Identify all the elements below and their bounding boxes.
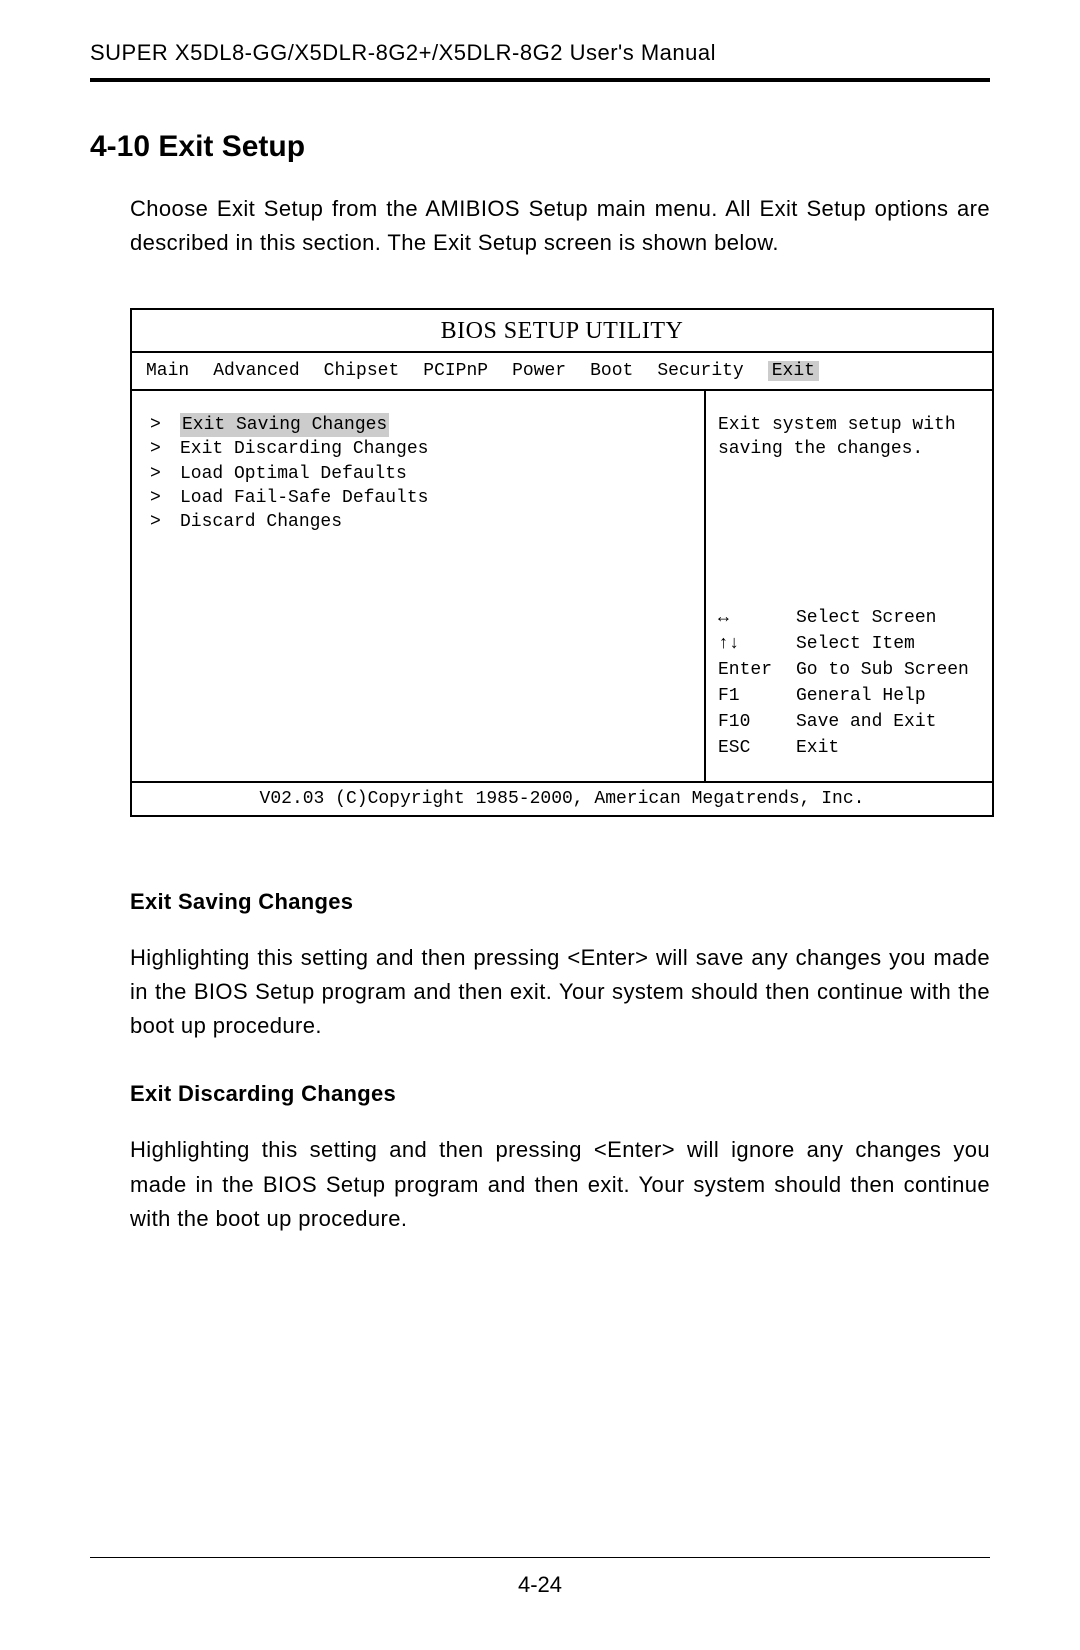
tab-exit[interactable]: Exit [768,361,819,381]
key-label: Enter [718,657,782,683]
manual-page: SUPER X5DL8-GG/X5DLR-8G2+/X5DLR-8G2 User… [0,0,1080,1650]
bios-setup-utility: BIOS SETUP UTILITY Main Advanced Chipset… [130,308,994,817]
key-row: F1 General Help [718,683,982,709]
section-intro: Choose Exit Setup from the AMIBIOS Setup… [130,192,990,260]
chevron-right-icon: > [150,486,164,510]
key-row: ↔ Select Screen [718,605,982,631]
key-label: F1 [718,683,782,709]
tab-pcipnp[interactable]: PCIPnP [423,361,488,381]
bios-body: > Exit Saving Changes > Exit Discarding … [132,391,992,781]
page-number: 4-24 [518,1572,562,1597]
key-row: ↑↓ Select Item [718,631,982,657]
bios-key-legend: ↔ Select Screen ↑↓ Select Item Enter Go … [718,605,982,762]
menu-item-label: Exit Saving Changes [180,413,389,437]
subsection-heading: Exit Saving Changes [130,889,990,915]
menu-item-label: Load Fail-Safe Defaults [180,486,428,510]
menu-item-label: Load Optimal Defaults [180,462,407,486]
key-desc: Select Screen [796,605,936,631]
menu-item-load-failsafe[interactable]: > Load Fail-Safe Defaults [150,486,690,510]
key-row: F10 Save and Exit [718,709,982,735]
menu-item-exit-saving[interactable]: > Exit Saving Changes [150,413,690,437]
tab-chipset[interactable]: Chipset [324,361,400,381]
key-label: ESC [718,735,782,761]
bios-help-text: Exit system setup with saving the change… [718,413,982,462]
left-right-arrow-icon: ↔ [718,605,782,631]
running-header: SUPER X5DL8-GG/X5DLR-8G2+/X5DLR-8G2 User… [90,40,990,82]
key-label: F10 [718,709,782,735]
key-desc: Select Item [796,631,915,657]
key-desc: General Help [796,683,926,709]
tab-security[interactable]: Security [657,361,743,381]
chevron-right-icon: > [150,437,164,461]
tab-advanced[interactable]: Advanced [213,361,299,381]
bios-title: BIOS SETUP UTILITY [132,310,992,353]
menu-item-exit-discarding[interactable]: > Exit Discarding Changes [150,437,690,461]
menu-item-load-optimal[interactable]: > Load Optimal Defaults [150,462,690,486]
tab-boot[interactable]: Boot [590,361,633,381]
chevron-right-icon: > [150,510,164,534]
subsection-body: Highlighting this setting and then press… [130,941,990,1043]
up-down-arrow-icon: ↑↓ [718,631,782,657]
key-row: Enter Go to Sub Screen [718,657,982,683]
chevron-right-icon: > [150,413,164,437]
bios-copyright: V02.03 (C)Copyright 1985-2000, American … [132,781,992,815]
page-footer: 4-24 [90,1557,990,1598]
tab-main[interactable]: Main [146,361,189,381]
chevron-right-icon: > [150,462,164,486]
key-desc: Exit [796,735,839,761]
key-desc: Save and Exit [796,709,936,735]
key-desc: Go to Sub Screen [796,657,969,683]
bios-help-panel: Exit system setup with saving the change… [706,391,992,781]
section-title: 4-10 Exit Setup [90,130,990,164]
menu-item-label: Discard Changes [180,510,342,534]
subsection-body: Highlighting this setting and then press… [130,1133,990,1235]
bios-menu-panel: > Exit Saving Changes > Exit Discarding … [132,391,706,781]
running-header-text: SUPER X5DL8-GG/X5DLR-8G2+/X5DLR-8G2 User… [90,40,716,65]
subsection-heading: Exit Discarding Changes [130,1081,990,1107]
menu-item-label: Exit Discarding Changes [180,437,428,461]
menu-item-discard[interactable]: > Discard Changes [150,510,690,534]
bios-tab-bar: Main Advanced Chipset PCIPnP Power Boot … [132,353,992,391]
tab-power[interactable]: Power [512,361,566,381]
key-row: ESC Exit [718,735,982,761]
